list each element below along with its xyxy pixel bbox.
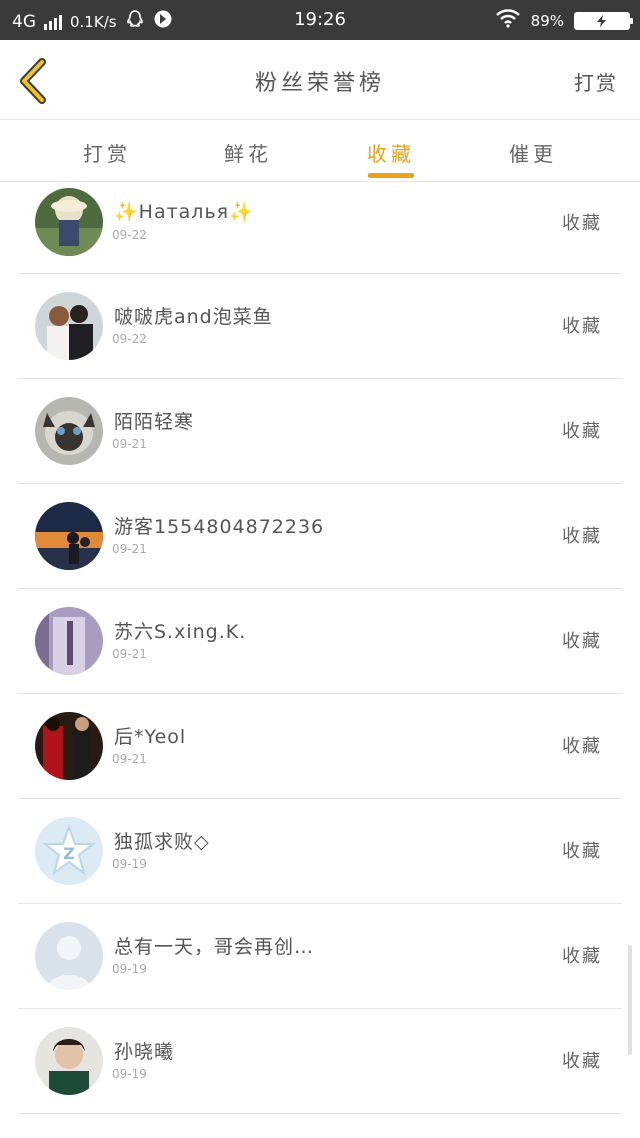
battery-level: 89% <box>530 11 564 30</box>
active-tab-indicator <box>368 173 414 178</box>
avatar-qzone-star: Z <box>35 817 103 885</box>
list-item[interactable]: 啵啵虎and泡菜鱼 09-22 收藏 <box>18 274 622 379</box>
action-label: 收藏 <box>562 631 602 652</box>
date: 09-21 <box>112 437 147 451</box>
date: 09-19 <box>112 962 147 976</box>
list-item[interactable]: 游客1554804872236 09-21 收藏 <box>18 484 622 589</box>
tab-urge-update[interactable]: 催更 <box>488 138 578 167</box>
list-item[interactable]: 总有一天，哥会再创… 09-19 收藏 <box>18 904 622 1009</box>
tab-bar: 打赏 鲜花 收藏 催更 <box>0 120 640 182</box>
action-label: 收藏 <box>562 736 602 757</box>
avatar-photo-couple <box>35 292 103 360</box>
app-header: 粉丝荣誉榜 打赏 <box>0 40 640 120</box>
list-item[interactable]: 孙晓曦 09-19 收藏 <box>18 1009 622 1114</box>
action-label: 收藏 <box>562 1051 602 1072</box>
date: 09-21 <box>112 542 147 556</box>
action-label: 收藏 <box>562 316 602 337</box>
avatar-default-person <box>35 922 103 990</box>
user-name: 游客1554804872236 <box>114 516 325 538</box>
date: 09-22 <box>112 228 147 242</box>
list-item[interactable]: 苏六S.xing.K. 09-21 收藏 <box>18 589 622 694</box>
fan-list: ✨Наталья✨ 09-22 收藏 啵啵虎and泡菜鱼 09-22 收藏 陌陌… <box>0 182 640 1114</box>
user-name: 后*Yeol <box>114 726 187 748</box>
tab-favorites[interactable]: 收藏 <box>346 138 436 167</box>
date: 09-21 <box>112 647 147 661</box>
date: 09-19 <box>112 1067 147 1081</box>
user-name: 总有一天，哥会再创… <box>114 936 315 958</box>
user-name: 苏六S.xing.K. <box>114 621 247 643</box>
action-label: 收藏 <box>562 526 602 547</box>
list-item[interactable]: Z 独孤求败◇ 09-19 收藏 <box>18 799 622 904</box>
page-title: 粉丝荣誉榜 <box>254 71 385 96</box>
avatar-photo-hat <box>35 188 103 256</box>
avatar-photo-red <box>35 712 103 780</box>
action-label: 收藏 <box>562 841 602 862</box>
avatar-photo-sunset <box>35 502 103 570</box>
user-name: 孙晓曦 <box>114 1041 175 1063</box>
status-bar: 4G 0.1K/s 19:26 89% <box>0 0 640 40</box>
user-name: ✨Наталья✨ <box>114 201 254 223</box>
tab-flowers[interactable]: 鲜花 <box>203 138 293 167</box>
avatar-photo-purple <box>35 607 103 675</box>
svg-text:Z: Z <box>63 844 75 863</box>
action-label: 收藏 <box>562 421 602 442</box>
avatar-photo-cat <box>35 397 103 465</box>
list-item[interactable]: 陌陌轻寒 09-21 收藏 <box>18 379 622 484</box>
status-right: 89% <box>495 8 633 33</box>
tab-reward[interactable]: 打赏 <box>62 138 152 167</box>
list-item[interactable]: ✨Наталья✨ 09-22 收藏 <box>18 182 622 274</box>
scrollbar[interactable] <box>628 945 632 1055</box>
wifi-icon <box>495 8 521 33</box>
action-label: 收藏 <box>562 213 602 234</box>
avatar-photo-boy <box>35 1027 103 1095</box>
user-name: 独孤求败◇ <box>114 831 210 853</box>
action-label: 收藏 <box>562 946 602 967</box>
date: 09-22 <box>112 332 147 346</box>
user-name: 陌陌轻寒 <box>114 411 195 433</box>
battery-icon <box>574 11 633 30</box>
date: 09-21 <box>112 752 147 766</box>
reward-button[interactable]: 打赏 <box>574 67 618 96</box>
user-name: 啵啵虎and泡菜鱼 <box>114 306 273 328</box>
list-item[interactable]: 后*Yeol 09-21 收藏 <box>18 694 622 799</box>
date: 09-19 <box>112 857 147 871</box>
